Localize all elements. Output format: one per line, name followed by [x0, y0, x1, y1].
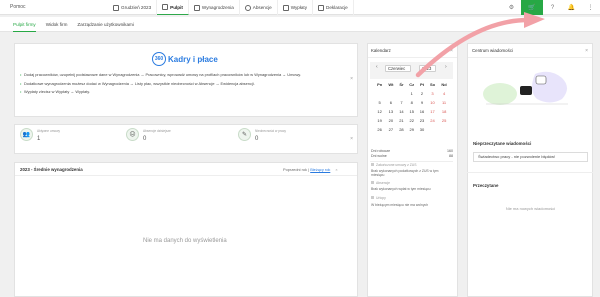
- clock-icon: [244, 4, 251, 11]
- prev-month-icon[interactable]: ‹: [376, 64, 378, 70]
- legend-item: Urlopy: [371, 196, 386, 200]
- help-link[interactable]: Pomoc: [10, 4, 26, 10]
- logo-badge: 360: [152, 52, 166, 66]
- calendar-grid: Pn Wt Śr Cz Pt So Nd 1234 5 6 7 8 9 10 11 12 13…: [374, 80, 450, 134]
- empty-state: Nie ma danych do wyświetlenia: [143, 238, 227, 244]
- legend-item: Brak wykonanych wpłat w tym miesiącu: [371, 187, 431, 191]
- list-item: Dodatkowe wynagrodzenia możesz dodać w W…: [20, 81, 330, 86]
- free-days: Dni wolne 88: [371, 154, 453, 158]
- legend-item: Brak wykonanych podatkowych z ZUS w tym …: [371, 169, 439, 177]
- wallet-icon: [193, 4, 200, 11]
- nav-month[interactable]: Grudzień 2023: [108, 0, 158, 15]
- week-row: 5 6 7 8 9 10 11: [378, 100, 447, 105]
- salaries-title: 2023 - Średnie wynagrodzenia: [20, 167, 83, 172]
- week-row: 1234: [410, 91, 446, 96]
- legend-item: Absencje: [371, 181, 390, 185]
- nav-payments[interactable]: Wypłaty: [278, 0, 313, 15]
- close-icon[interactable]: ×: [335, 167, 337, 172]
- week-row: 19 20 21 22 23 24 25: [377, 118, 447, 123]
- app-logo: 360 Kadry i płace: [152, 52, 218, 66]
- close-icon[interactable]: ×: [585, 48, 588, 54]
- empty-read-state: Nie ma nowych wiadomości: [505, 206, 556, 211]
- document-icon: [318, 4, 324, 11]
- divider: [15, 175, 357, 176]
- tab-company-dashboard[interactable]: Pulpit firmy: [13, 17, 36, 32]
- absence-icon: ☹: [126, 128, 139, 141]
- logo-text: Kadry i płace: [168, 54, 218, 64]
- calendar-title: Kalendarz: [371, 48, 391, 53]
- tab-user-management[interactable]: Zarządzanie użytkownikami: [77, 17, 133, 32]
- current-year-link[interactable]: Bieżący rok: [310, 167, 330, 172]
- nav-salaries[interactable]: Wynagrodzenia: [189, 0, 240, 15]
- nav-absences[interactable]: Absencje: [240, 0, 278, 15]
- dashboard-icon: [162, 4, 169, 10]
- tab-companies-view[interactable]: Widok firm: [46, 17, 68, 32]
- list-item: Wypłaty zlecisz w Wypłaty → Wypłaty.: [20, 89, 330, 94]
- unread-title: Nieprzeczytane wiadomości: [473, 141, 532, 146]
- pointer-arrow: [415, 12, 545, 78]
- close-icon[interactable]: ×: [350, 136, 353, 142]
- nav-dashboard[interactable]: Pulpit: [157, 0, 189, 15]
- list-item: Dodaj pracowników, uzupełnij podstawowe …: [20, 72, 330, 77]
- nav-declarations[interactable]: Deklaracje: [313, 0, 354, 15]
- bell-icon[interactable]: 🔔: [562, 0, 581, 15]
- legend-item: Zakończone umowy z ZUS: [371, 163, 417, 167]
- main-nav: Grudzień 2023 Pulpit Wynagrodzenia Absen…: [108, 0, 354, 15]
- legend-item: W bieżącym miesiącu nie ma wolnych: [371, 203, 429, 207]
- payment-icon: [282, 4, 289, 11]
- week-row: 12 13 14 15 16 17 18: [377, 109, 447, 114]
- stat-absences-today: ☹ Absencje dzisiejsze 0: [126, 128, 171, 142]
- stat-active-contracts: 👥 Aktywne umowy 1: [20, 128, 60, 142]
- calendar-icon: [113, 4, 119, 11]
- year-switch: Poprzedni rok | Bieżący rok ×: [283, 167, 338, 172]
- more-icon[interactable]: ⋮: [581, 0, 600, 15]
- divider: [467, 172, 593, 173]
- divider: [370, 161, 453, 162]
- working-days: Dni robocze 160: [371, 149, 453, 153]
- unread-message[interactable]: Świadectwo pracy - nie pozwolenie błędów…: [473, 152, 588, 162]
- syringe-icon: ✎: [238, 128, 251, 141]
- users-icon: 👥: [20, 128, 33, 141]
- salaries-panel: [14, 162, 358, 297]
- read-title: Przeczytane: [473, 183, 499, 188]
- stat-work-absences: ✎ Nieobecności w pracy 0: [238, 128, 286, 142]
- close-icon[interactable]: ×: [350, 76, 353, 82]
- week-row: 26 27 28 29 30: [377, 127, 425, 132]
- stats-panel: ×: [14, 124, 358, 154]
- prev-year-link[interactable]: Poprzedni rok: [283, 167, 307, 172]
- welcome-bullets: Dodaj pracowników, uzupełnij podstawowe …: [20, 72, 330, 98]
